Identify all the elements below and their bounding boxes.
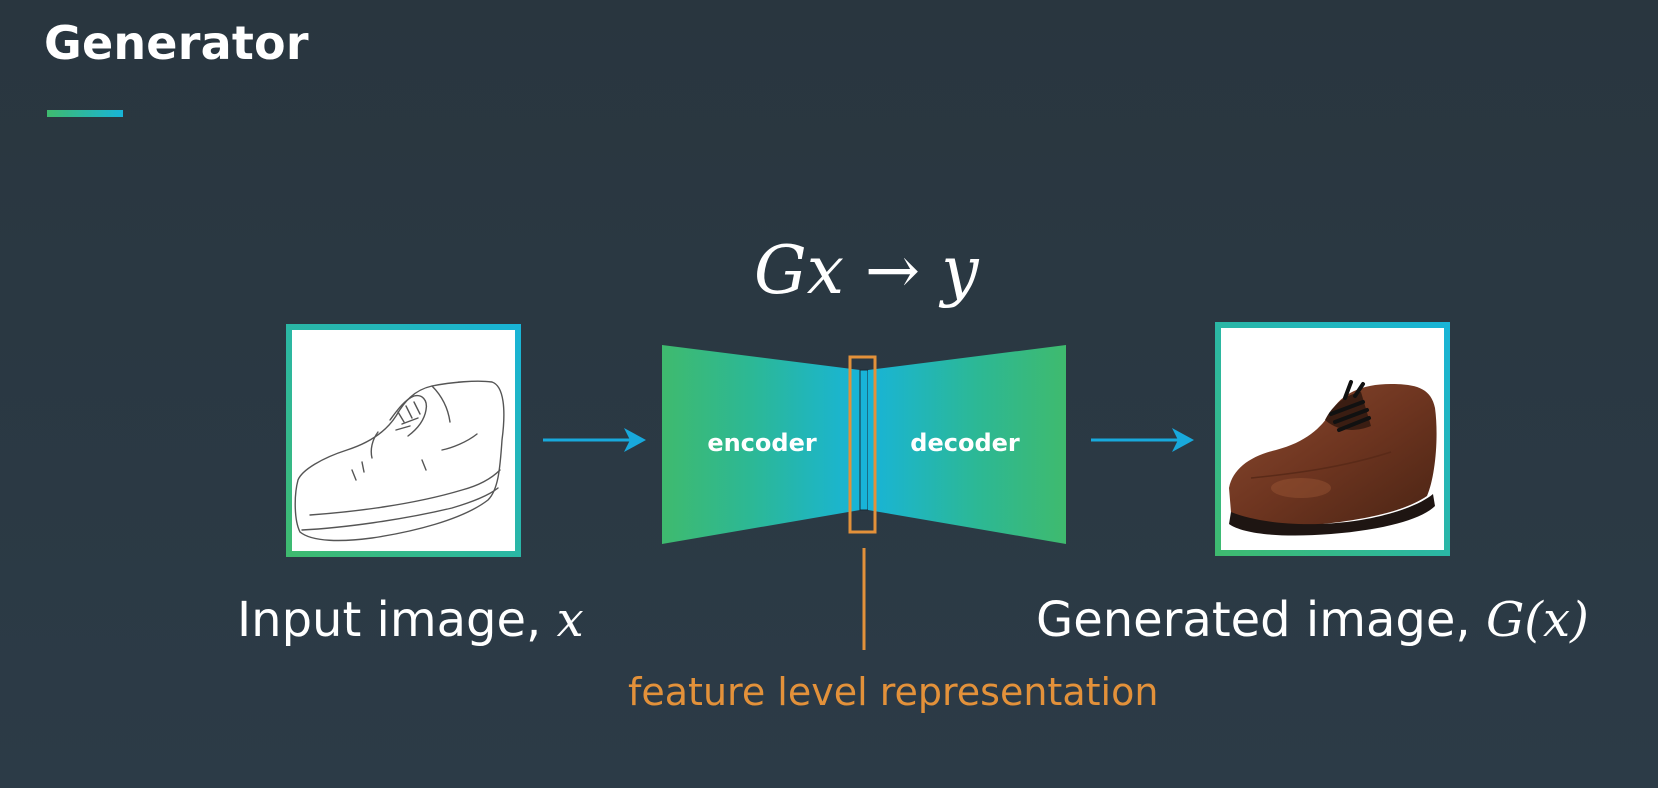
output-caption: Generated image, G(x) bbox=[1036, 592, 1589, 648]
decoder-label: decoder bbox=[910, 429, 1020, 457]
output-caption-text: Generated image, bbox=[1036, 592, 1486, 648]
input-caption-math: x bbox=[556, 592, 584, 648]
output-caption-math: G(x) bbox=[1485, 592, 1589, 648]
arrow-to-output bbox=[1091, 428, 1194, 452]
feature-label: feature level representation bbox=[628, 670, 1159, 714]
input-caption: Input image, x bbox=[237, 592, 584, 648]
input-caption-text: Input image, bbox=[237, 592, 557, 648]
bottleneck-core bbox=[859, 369, 869, 511]
arrow-to-encoder bbox=[543, 428, 646, 452]
encoder-label: encoder bbox=[707, 429, 817, 457]
